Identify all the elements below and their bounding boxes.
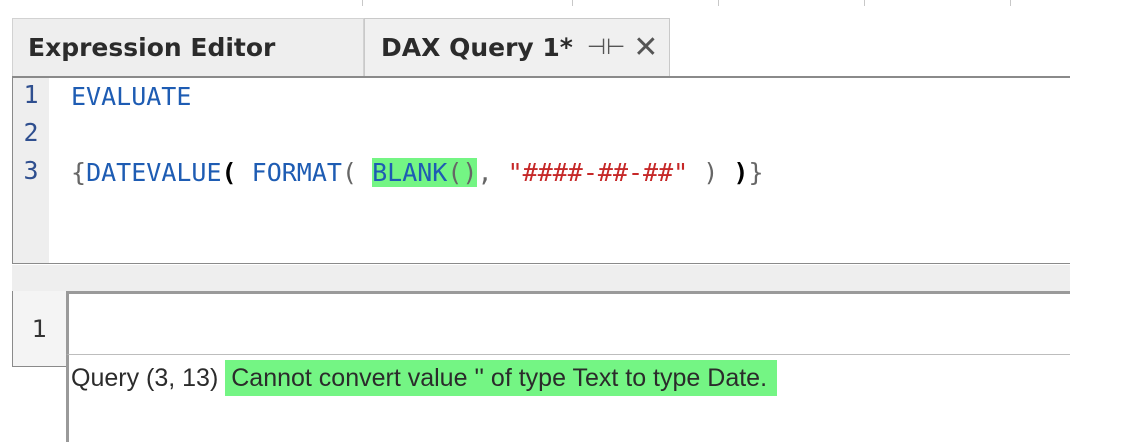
paren-close: ) [733,158,749,187]
function-datevalue: DATEVALUE [86,158,222,187]
top-strip-tick [864,0,865,6]
paren-open: ( [341,158,358,187]
function-format: FORMAT [251,158,342,187]
tab-label: Expression Editor [28,33,276,62]
brace-close: } [748,158,764,187]
code-line-3: {DATEVALUE( FORMAT( BLANK(), "####-##-##… [71,156,764,190]
top-strip-tick [362,0,363,6]
tab-expression-editor[interactable]: Expression Editor [12,18,364,76]
top-strip [0,0,1070,6]
highlighted-blank-call: BLANK() [372,158,478,187]
comma: , [477,158,493,187]
close-icon[interactable]: ✕ [633,32,658,63]
code-line-1: EVALUATE [71,80,191,114]
tab-dax-query-1[interactable]: DAX Query 1* ⊣⊢ ✕ [364,18,670,76]
error-message: Query (3, 13) Cannot convert value '' of… [71,360,778,396]
tab-label: DAX Query 1* [381,33,573,62]
pane-splitter[interactable] [12,265,1070,291]
brace-open: { [71,158,87,187]
paren-close: ) [703,158,719,187]
message-area: Query (3, 13) Cannot convert value '' of… [66,355,1073,442]
column-header[interactable] [66,291,1070,355]
pin-icon[interactable]: ⊣⊢ [587,35,625,60]
function-blank: BLANK [372,158,448,187]
top-strip-tick [572,0,573,6]
format-string: "####-##-##" [507,158,689,187]
paren-open: ( [221,158,237,187]
error-location: Query (3, 13) [71,364,219,392]
top-strip-tick [718,0,719,6]
row-header[interactable]: 1 [12,291,66,367]
tab-bar: Expression Editor DAX Query 1* ⊣⊢ ✕ [12,18,1070,76]
error-text: Cannot convert value '' of type Text to … [225,360,778,396]
keyword-evaluate: EVALUATE [71,82,192,111]
line-number: 3 [23,156,39,185]
line-number: 1 [23,80,39,109]
top-strip-tick [1010,0,1011,6]
results-pane: 1 Query (3, 13) Cannot convert value '' … [12,291,1073,442]
query-editor[interactable]: 1 2 3 EVALUATE {DATEVALUE( FORMAT( BLANK… [12,78,1070,264]
line-number: 2 [23,118,39,147]
blank-parens: () [447,158,478,187]
